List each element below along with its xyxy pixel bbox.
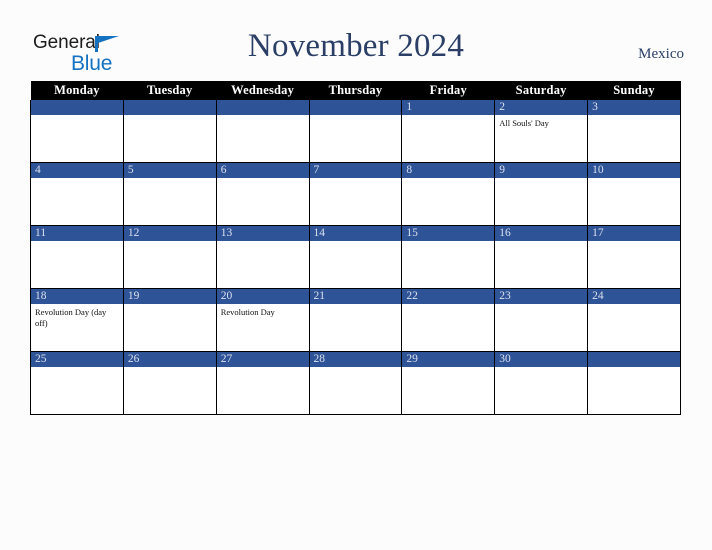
day-number: 13 xyxy=(216,226,309,241)
weekday-header-friday: Friday xyxy=(401,81,495,100)
calendar-day-cell[interactable]: 9 xyxy=(494,162,589,226)
calendar-day-cell[interactable]: 27 xyxy=(215,351,310,415)
holiday-label: All Souls' Day xyxy=(499,118,549,128)
calendar-week-row: 18 Revolution Day (day off) 19 20 Revolution… xyxy=(30,288,681,352)
calendar-week-row: 11 12 13 14 15 16 17 xyxy=(30,225,681,289)
day-number: 23 xyxy=(495,289,588,304)
day-number xyxy=(309,100,402,115)
day-number: 24 xyxy=(588,289,680,304)
calendar-table: Monday Tuesday Wednesday Thursday Friday… xyxy=(30,81,681,415)
day-number: 7 xyxy=(309,163,402,178)
calendar-week-row: 1 2 All Souls' Day 3 xyxy=(30,100,681,163)
calendar-day-cell[interactable]: 3 xyxy=(587,100,681,163)
calendar-empty-cell xyxy=(30,100,124,163)
calendar-day-cell[interactable]: 25 xyxy=(30,351,124,415)
calendar-empty-cell xyxy=(587,351,681,415)
calendar-day-cell[interactable]: 11 xyxy=(30,225,124,289)
calendar-week-row: 4 5 6 7 8 9 10 xyxy=(30,162,681,226)
calendar-day-cell[interactable]: 12 xyxy=(122,225,217,289)
day-number: 6 xyxy=(216,163,309,178)
day-number: 30 xyxy=(495,352,588,367)
weekday-header-wednesday: Wednesday xyxy=(216,81,310,100)
calendar-day-cell[interactable]: 6 xyxy=(215,162,310,226)
calendar-day-cell[interactable]: 19 xyxy=(122,288,217,352)
calendar-day-cell[interactable]: 26 xyxy=(122,351,217,415)
calendar-day-cell[interactable]: 1 xyxy=(401,100,496,163)
weekday-header-tuesday: Tuesday xyxy=(123,81,217,100)
weekday-header-monday: Monday xyxy=(30,81,124,100)
day-number xyxy=(588,352,680,367)
day-number xyxy=(123,100,216,115)
calendar-day-cell[interactable]: 20 Revolution Day xyxy=(215,288,310,352)
weekday-header-thursday: Thursday xyxy=(309,81,402,100)
calendar-day-cell[interactable]: 8 xyxy=(401,162,496,226)
calendar-empty-cell xyxy=(308,100,403,163)
calendar-day-cell[interactable]: 18 Revolution Day (day off) xyxy=(30,288,124,352)
calendar-day-cell[interactable]: 10 xyxy=(587,162,681,226)
calendar-day-cell[interactable]: 21 xyxy=(308,288,403,352)
weekday-header-saturday: Saturday xyxy=(494,81,588,100)
calendar-empty-cell xyxy=(215,100,310,163)
day-number: 2 xyxy=(495,100,588,115)
calendar-body: 1 2 All Souls' Day 3 4 5 6 7 8 9 10 11 12 13 14 15 16 17 1… xyxy=(30,100,681,415)
day-number: 9 xyxy=(495,163,588,178)
day-number: 5 xyxy=(123,163,216,178)
day-number xyxy=(216,100,309,115)
day-number: 26 xyxy=(123,352,216,367)
calendar-day-cell[interactable]: 4 xyxy=(30,162,124,226)
calendar-day-cell[interactable]: 28 xyxy=(308,351,403,415)
day-number: 12 xyxy=(123,226,216,241)
day-number: 17 xyxy=(588,226,680,241)
day-number: 21 xyxy=(309,289,402,304)
calendar-day-cell[interactable]: 30 xyxy=(494,351,589,415)
day-number: 22 xyxy=(402,289,495,304)
day-number: 8 xyxy=(402,163,495,178)
weekday-header-sunday: Sunday xyxy=(587,81,681,100)
day-number: 3 xyxy=(588,100,680,115)
calendar-empty-cell xyxy=(122,100,217,163)
calendar-day-cell[interactable]: 23 xyxy=(494,288,589,352)
day-number: 28 xyxy=(309,352,402,367)
calendar-day-cell[interactable]: 15 xyxy=(401,225,496,289)
calendar-page: General Blue November 2024 Mexico Monday… xyxy=(0,0,712,550)
day-number: 29 xyxy=(402,352,495,367)
day-events: Revolution Day xyxy=(217,304,309,318)
day-number: 14 xyxy=(309,226,402,241)
holiday-label: Revolution Day (day off) xyxy=(35,307,107,328)
calendar-day-cell[interactable]: 29 xyxy=(401,351,496,415)
calendar-day-cell[interactable]: 22 xyxy=(401,288,496,352)
day-events: Revolution Day (day off) xyxy=(31,304,123,328)
day-number xyxy=(31,100,123,115)
calendar-day-cell[interactable]: 7 xyxy=(308,162,403,226)
day-number: 19 xyxy=(123,289,216,304)
day-number: 15 xyxy=(402,226,495,241)
country-label: Mexico xyxy=(638,46,684,62)
day-number: 20 xyxy=(216,289,309,304)
calendar-day-cell[interactable]: 17 xyxy=(587,225,681,289)
weekday-header-row: Monday Tuesday Wednesday Thursday Friday… xyxy=(30,81,681,100)
calendar-day-cell[interactable]: 5 xyxy=(122,162,217,226)
calendar-day-cell[interactable]: 13 xyxy=(215,225,310,289)
day-number: 18 xyxy=(31,289,123,304)
calendar-day-cell[interactable]: 14 xyxy=(308,225,403,289)
day-number: 10 xyxy=(588,163,680,178)
calendar-day-cell[interactable]: 16 xyxy=(494,225,589,289)
day-number: 27 xyxy=(216,352,309,367)
day-number: 25 xyxy=(31,352,123,367)
calendar-day-cell[interactable]: 24 xyxy=(587,288,681,352)
holiday-label: Revolution Day xyxy=(220,307,275,317)
calendar-week-row: 25 26 27 28 29 30 xyxy=(30,351,681,415)
day-number: 11 xyxy=(31,226,123,241)
page-title: November 2024 xyxy=(247,28,465,64)
day-number: 1 xyxy=(402,100,495,115)
calendar-day-cell[interactable]: 2 All Souls' Day xyxy=(494,100,589,163)
day-number: 4 xyxy=(31,163,123,178)
day-number: 16 xyxy=(495,226,588,241)
day-events: All Souls' Day xyxy=(495,115,587,129)
page-header: General Blue November 2024 Mexico xyxy=(0,0,712,80)
